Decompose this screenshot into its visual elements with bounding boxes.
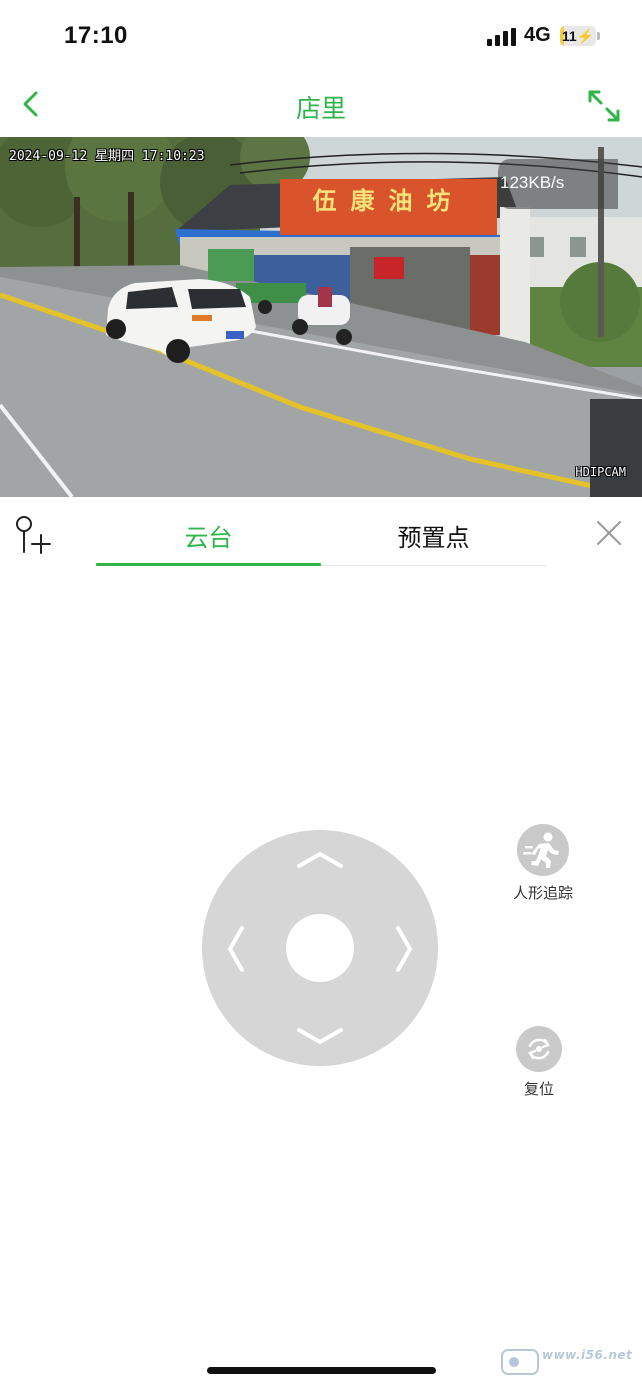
cellular-signal-icon (487, 28, 517, 46)
shop-sign: 伍康油坊 (280, 179, 497, 235)
osd-timestamp: 2024-09-12 星期四 17:10:23 (9, 149, 205, 164)
active-tab-indicator (96, 563, 321, 566)
battery-icon: 11⚡ (560, 26, 596, 46)
chevron-down-icon (297, 1028, 343, 1044)
pan-right-button[interactable] (392, 924, 416, 974)
shop-sign-text: 伍康油坊 (312, 186, 465, 215)
joystick-center (286, 914, 354, 982)
network-type: 4G (524, 24, 551, 46)
reset-label: 复位 (523, 1080, 554, 1098)
site-watermark: www.i56.net (500, 1346, 634, 1380)
expand-icon (588, 90, 620, 122)
title-bar: 店里 (0, 72, 642, 136)
bitrate-badge: 123KB/s (498, 159, 618, 209)
reset-icon (516, 1026, 562, 1072)
tab-presets[interactable]: 预置点 (321, 518, 546, 553)
pan-left-button[interactable] (224, 924, 248, 974)
pan-up-button[interactable] (295, 848, 345, 872)
chevron-right-icon (396, 926, 412, 972)
pan-down-button[interactable] (295, 1024, 345, 1048)
bitrate-text: 123KB/s (500, 173, 565, 192)
human-tracking-button[interactable]: 人形追踪 (498, 824, 588, 903)
battery-cap (597, 32, 600, 40)
add-location-pin-icon (16, 516, 51, 554)
control-tabs: 云台 预置点 (0, 500, 642, 570)
reset-position-button[interactable]: 复位 (494, 1026, 584, 1099)
ptz-joystick[interactable] (202, 830, 438, 1066)
home-indicator[interactable] (207, 1367, 436, 1374)
close-panel-button[interactable] (594, 518, 624, 548)
human-tracking-label: 人形追踪 (512, 884, 573, 902)
page-title: 店里 (295, 94, 346, 123)
status-bar: 17:10 4G 11⚡ (0, 0, 642, 72)
add-preset-button[interactable] (12, 514, 56, 558)
fullscreen-button[interactable] (584, 86, 624, 126)
chevron-left-icon (228, 926, 244, 972)
battery-level: 11⚡ (561, 28, 595, 44)
camera-video-feed[interactable]: 伍康油坊 2024-09-12 星期四 17:10:23 123KB/s HDI… (0, 137, 642, 497)
running-person-icon (517, 824, 569, 876)
close-icon (597, 521, 621, 545)
camera-brand-watermark: HDIPCAM (575, 465, 626, 479)
chevron-up-icon (297, 852, 343, 868)
status-time: 17:10 (64, 22, 128, 49)
watermark-text: www.i56.net (542, 1348, 633, 1362)
tab-ptz[interactable]: 云台 (96, 518, 321, 553)
site-logo-icon (501, 1349, 539, 1375)
